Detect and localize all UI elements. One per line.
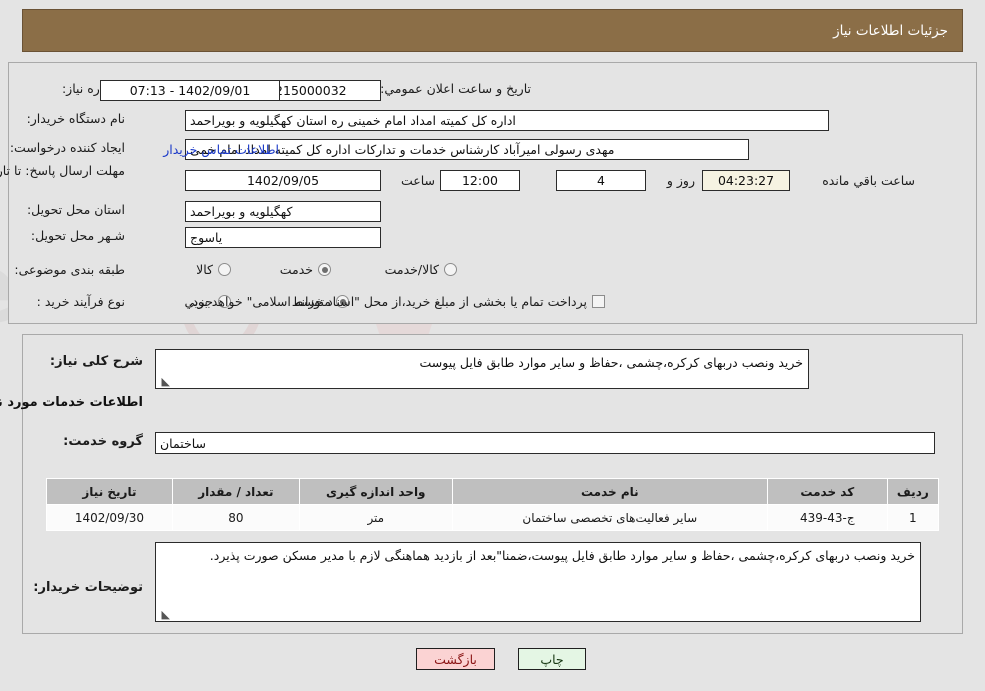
buyer-org-label-wrap: نام دستگاه خریدار: xyxy=(27,111,125,126)
back-button[interactable]: بازگشت xyxy=(416,648,495,670)
general-desc-textarea[interactable]: خرید ونصب دربهای کرکره،چشمی ،حفاظ و سایر… xyxy=(155,349,809,389)
buyer-org-value: اداره کل کمیته امداد امام خمینی ره استان… xyxy=(185,110,829,131)
delivery-province-label-wrap: استان محل تحویل: xyxy=(27,202,125,217)
col-service-name: نام خدمت xyxy=(451,478,768,505)
remaining-days-value: 4 xyxy=(556,170,646,191)
category-option-label: خدمت xyxy=(279,262,313,277)
remaining-days-suffix: روز و xyxy=(666,173,695,188)
col-radif: ردیف xyxy=(886,478,940,505)
table-row: 1 ج-43-439 سایر فعالیت‌های تخصصی ساختمان… xyxy=(46,504,940,531)
buyer-notes-textarea[interactable]: خرید ونصب دربهای کرکره،چشمی ،حفاظ و سایر… xyxy=(155,542,921,622)
cell-unit: متر xyxy=(298,504,453,531)
process-type-label: نوع فرآیند خرید : xyxy=(36,294,125,309)
services-table: ردیف کد خدمت نام خدمت واحد اندازه گیری ت… xyxy=(46,478,940,531)
need-details-page: AriaTender.net جزئیات اطلاعات نیاز شـمار… xyxy=(0,0,985,691)
buyer-contact-link[interactable]: اطلاعات تماس خریدار xyxy=(163,142,279,157)
category-option-label: کالا/خدمت xyxy=(384,262,439,277)
category-label-wrap: طبقه بندی موضوعی: xyxy=(14,262,125,277)
creator-label: ایجاد کننده درخواست: xyxy=(9,140,125,155)
deadline-hour-value: 12:00 xyxy=(440,170,520,191)
delivery-city-label: شـهر محل تحویل: xyxy=(30,228,125,243)
remaining-time-value: 04:23:27 xyxy=(702,170,790,191)
general-desc-value: خرید ونصب دربهای کرکره،چشمی ،حفاظ و سایر… xyxy=(419,355,804,370)
deadline-hour-label: ساعت xyxy=(400,173,435,188)
service-group-label: گروه خدمت: xyxy=(63,434,143,449)
col-service-code: کد خدمت xyxy=(766,478,888,505)
remaining-time-suffix: ساعت باقي مانده xyxy=(822,173,915,188)
deadline-label-wrap: مهلت ارسال پاسخ: تا تاریخ: xyxy=(0,163,125,178)
announce-datetime-label: تاریخ و ساعت اعلان عمومي: xyxy=(380,81,531,96)
services-section-title: اطلاعات خدمات مورد نیاز xyxy=(0,395,143,410)
buyer-notes-value: خرید ونصب دربهای کرکره،چشمی ،حفاظ و سایر… xyxy=(209,548,915,563)
buyer-notes-label: توضیحات خریدار: xyxy=(33,580,143,595)
radio-icon-selected[interactable] xyxy=(318,263,331,276)
deadline-label: مهلت ارسال پاسخ: تا تاریخ: xyxy=(0,163,125,178)
category-radio-kala-khedmat[interactable]: کالا/خدمت xyxy=(385,262,457,277)
cell-radif: 1 xyxy=(886,504,940,531)
page-header: جزئیات اطلاعات نیاز xyxy=(22,9,963,52)
radio-icon[interactable] xyxy=(444,263,457,276)
delivery-city-label-wrap: شـهر محل تحویل: xyxy=(31,228,125,243)
cell-quantity: 80 xyxy=(171,504,300,531)
category-radio-khedmat[interactable]: خدمت xyxy=(280,262,331,277)
announce-datetime-value: 1402/09/01 - 07:13 xyxy=(100,80,280,101)
cell-need-date: 1402/09/30 xyxy=(46,504,173,531)
category-label: طبقه بندی موضوعی: xyxy=(14,262,125,277)
process-type-label-wrap: نوع فرآیند خرید : xyxy=(37,294,125,309)
checkbox-icon[interactable] xyxy=(592,295,605,308)
category-option-label: کالا xyxy=(196,262,213,277)
announce-datetime-label-wrap: تاریخ و ساعت اعلان عمومي: xyxy=(380,81,531,96)
table-header-row: ردیف کد خدمت نام خدمت واحد اندازه گیری ت… xyxy=(46,478,940,505)
treasury-bond-checkbox-label: پرداخت تمام یا بخشی از مبلغ خرید،از محل … xyxy=(188,294,587,309)
col-need-date: تاریخ نیاز xyxy=(46,478,173,505)
general-desc-label: شرح کلی نیاز: xyxy=(49,354,143,369)
cell-service-name: سایر فعالیت‌های تخصصی ساختمان xyxy=(451,504,768,531)
col-unit: واحد اندازه گیری xyxy=(298,478,453,505)
col-quantity: تعداد / مقدار xyxy=(171,478,300,505)
need-summary-panel xyxy=(8,62,977,324)
resize-grip-icon[interactable]: ◣ xyxy=(158,609,170,621)
delivery-province-value: کهگیلویه و بویراحمد xyxy=(185,201,381,222)
print-button[interactable]: چاپ xyxy=(518,648,586,670)
treasury-bond-checkbox-wrap[interactable]: پرداخت تمام یا بخشی از مبلغ خرید،از محل … xyxy=(188,294,605,309)
delivery-city-value: یاسوج xyxy=(185,227,381,248)
page-title: جزئیات اطلاعات نیاز xyxy=(833,22,948,39)
creator-label-wrap: ایجاد کننده درخواست: xyxy=(10,140,125,155)
deadline-date-value: 1402/09/05 xyxy=(185,170,381,191)
buyer-org-label: نام دستگاه خریدار: xyxy=(26,111,125,126)
resize-grip-icon[interactable]: ◣ xyxy=(158,376,170,388)
service-group-value: ساختمان xyxy=(155,432,935,454)
radio-icon[interactable] xyxy=(218,263,231,276)
delivery-province-label: استان محل تحویل: xyxy=(26,202,125,217)
cell-service-code: ج-43-439 xyxy=(766,504,888,531)
category-radio-kala[interactable]: کالا xyxy=(196,262,231,277)
